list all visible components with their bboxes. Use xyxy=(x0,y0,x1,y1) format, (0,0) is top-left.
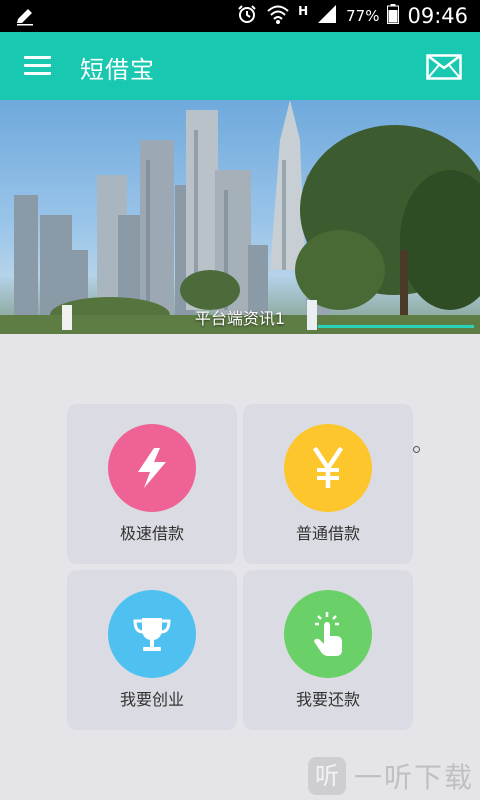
watermark-logo: 听 xyxy=(307,757,346,795)
tile-label: 我要还款 xyxy=(295,690,360,709)
watermark-text: 一听下载 xyxy=(353,761,474,794)
wifi-icon xyxy=(266,3,290,29)
tile-label: 普通借款 xyxy=(295,524,360,543)
tile-label: 我要创业 xyxy=(119,690,184,709)
edit-icon xyxy=(14,5,36,31)
mail-icon[interactable] xyxy=(426,54,462,84)
network-type: H xyxy=(298,4,309,18)
tile-repay[interactable]: 我要还款 xyxy=(243,570,413,730)
banner-carousel[interactable]: 平台端资讯1 xyxy=(0,100,480,334)
menu-icon[interactable] xyxy=(24,56,51,76)
lightning-icon xyxy=(108,424,196,512)
carousel-indicator xyxy=(318,325,474,328)
tile-label: 极速借款 xyxy=(119,524,184,543)
floating-dot xyxy=(413,446,420,453)
clock: 09:46 xyxy=(407,4,468,28)
battery-percent: 77% xyxy=(346,7,380,25)
tile-fast-loan[interactable]: 极速借款 xyxy=(67,404,237,564)
yen-icon xyxy=(284,424,372,512)
tile-normal-loan[interactable]: 普通借款 xyxy=(243,404,413,564)
tap-icon xyxy=(284,590,372,678)
trophy-icon xyxy=(108,590,196,678)
tile-startup[interactable]: 我要创业 xyxy=(67,570,237,730)
signal-icon xyxy=(316,4,338,28)
app-bar: 短借宝 xyxy=(0,32,480,100)
banner-image xyxy=(0,100,480,334)
battery-icon xyxy=(387,4,400,28)
alarm-icon xyxy=(236,3,258,29)
status-bar: H 77% 09:46 xyxy=(0,0,480,32)
watermark: 听 一听下载 xyxy=(307,756,474,796)
app-title: 短借宝 xyxy=(80,56,155,84)
